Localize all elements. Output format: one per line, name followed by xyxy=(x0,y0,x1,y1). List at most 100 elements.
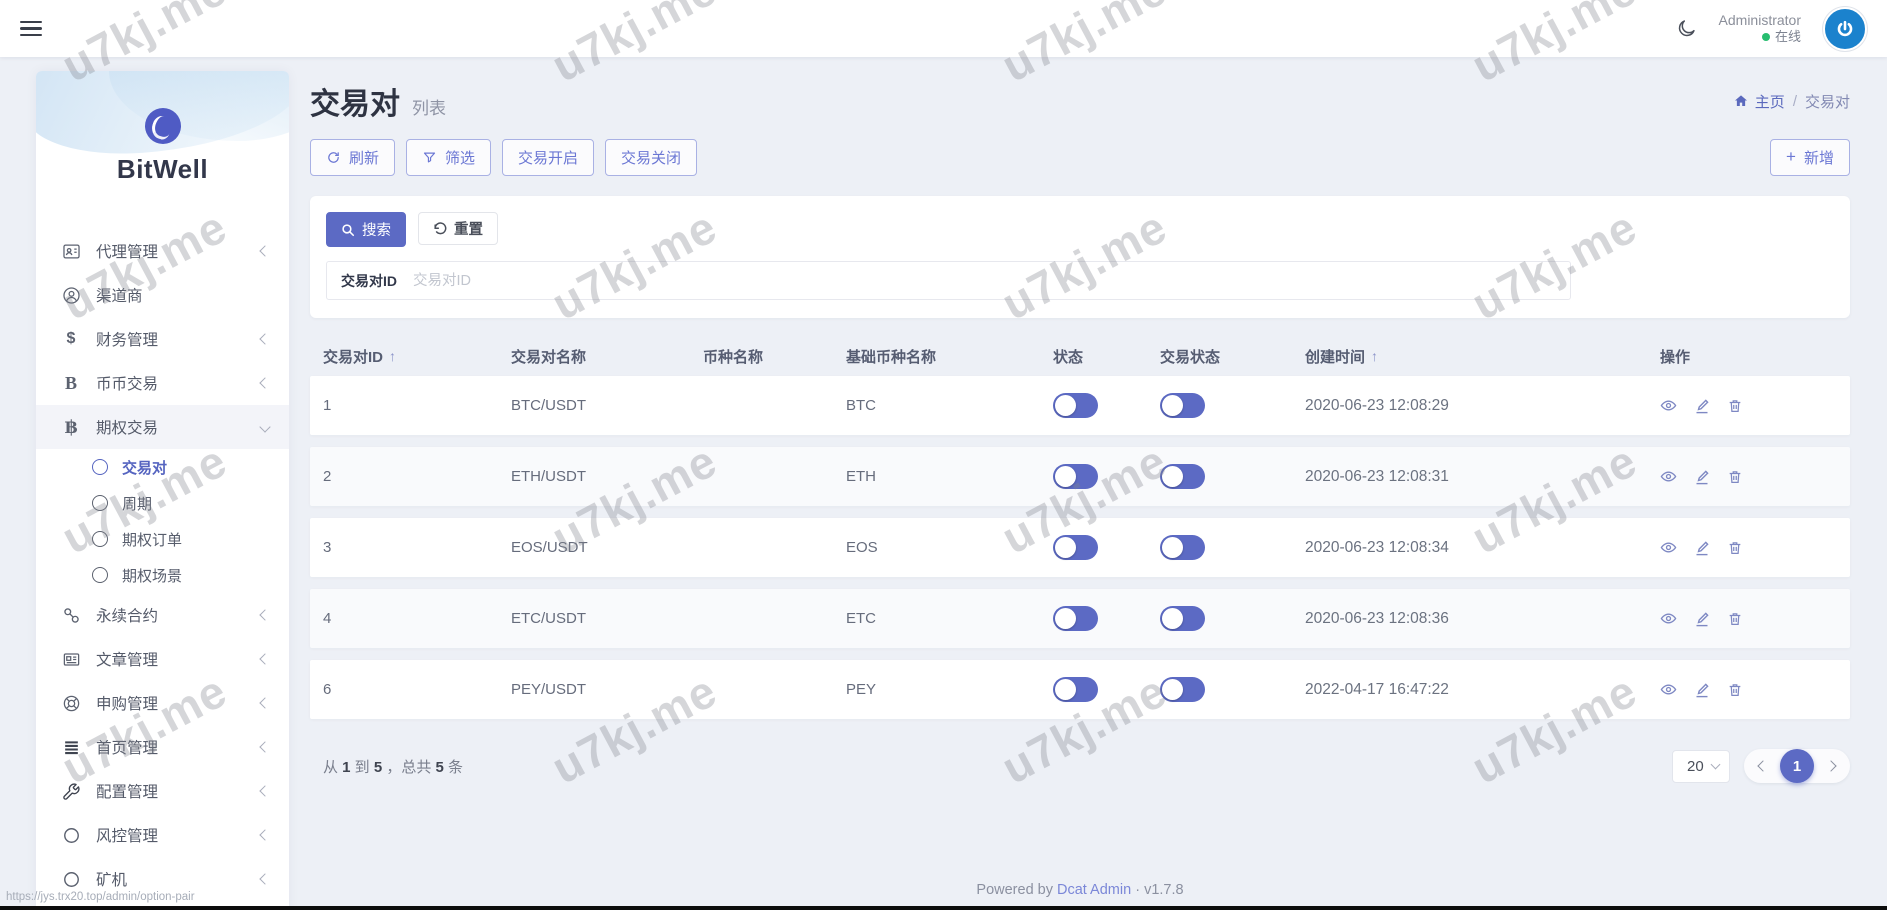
sidebar-subitem-trading-pair[interactable]: 交易对 xyxy=(36,449,289,485)
trade-status-toggle[interactable] xyxy=(1160,393,1205,418)
sidebar-item-label: 代理管理 xyxy=(96,240,158,262)
brand: BitWell xyxy=(36,71,289,221)
status-toggle[interactable] xyxy=(1053,464,1098,489)
trade-open-button[interactable]: 交易开启 xyxy=(502,139,594,176)
edit-pencil-icon[interactable] xyxy=(1694,398,1710,414)
sidebar-item-label: 文章管理 xyxy=(96,648,158,670)
filter-button[interactable]: 筛选 xyxy=(406,139,491,176)
dcat-admin-link[interactable]: Dcat Admin xyxy=(1057,882,1131,898)
view-eye-icon[interactable] xyxy=(1660,539,1677,556)
sidebar-item-channel[interactable]: 渠道商 xyxy=(36,273,289,317)
reset-button[interactable]: 重置 xyxy=(418,212,498,245)
pair-id-input[interactable] xyxy=(411,261,1570,300)
edit-pencil-icon[interactable] xyxy=(1694,611,1710,627)
status-toggle[interactable] xyxy=(1053,535,1098,560)
sidebar-subitem-option-scene[interactable]: 期权场景 xyxy=(36,557,289,593)
sidebar-item-perpetual[interactable]: 永续合约 xyxy=(36,593,289,637)
dark-mode-moon-icon[interactable] xyxy=(1676,18,1697,39)
sidebar-item-agent[interactable]: 代理管理 xyxy=(36,229,289,273)
cell-base-coin: ETC xyxy=(846,610,1053,627)
search-button[interactable]: 搜索 xyxy=(326,212,406,247)
chevron-down-icon xyxy=(259,421,270,432)
version-label: v1.7.8 xyxy=(1144,882,1184,898)
cell-base-coin: ETH xyxy=(846,468,1053,485)
breadcrumb-home[interactable]: 主页 xyxy=(1733,91,1785,112)
header-created-at[interactable]: 创建时间↑ xyxy=(1305,346,1660,367)
sidebar-subitem-option-orders[interactable]: 期权订单 xyxy=(36,521,289,557)
status-toggle[interactable] xyxy=(1053,677,1098,702)
sidebar-item-articles[interactable]: 文章管理 xyxy=(36,637,289,681)
footer: Powered by Dcat Admin · v1.7.8 xyxy=(310,882,1850,898)
trade-close-button[interactable]: 交易关闭 xyxy=(605,139,697,176)
option-trade-submenu: 交易对 周期 期权订单 期权场景 xyxy=(36,449,289,593)
circle-icon xyxy=(92,495,108,511)
breadcrumb: 主页 / 交易对 xyxy=(1733,91,1850,112)
delete-trash-icon[interactable] xyxy=(1727,682,1743,698)
brand-name: BitWell xyxy=(117,154,208,185)
sidebar-item-label: 配置管理 xyxy=(96,780,158,802)
view-eye-icon[interactable] xyxy=(1660,468,1677,485)
sidebar-item-risk[interactable]: 风控管理 xyxy=(36,813,289,857)
power-icon xyxy=(1834,18,1856,40)
header-pair-id[interactable]: 交易对ID↑ xyxy=(323,346,511,367)
sidebar-item-label: 矿机 xyxy=(96,868,127,890)
page-size-select[interactable]: 20 xyxy=(1672,750,1730,783)
sidebar-item-spot-trade[interactable]: B 币币交易 xyxy=(36,361,289,405)
sidebar-item-label: 渠道商 xyxy=(96,284,143,306)
prev-page-button[interactable] xyxy=(1750,749,1776,783)
circle-icon xyxy=(60,826,82,845)
cell-base-coin: PEY xyxy=(846,681,1053,698)
online-status: 在线 xyxy=(1775,29,1801,45)
list-icon xyxy=(60,738,82,757)
online-dot-icon xyxy=(1762,33,1770,41)
address-book-icon xyxy=(60,242,82,261)
sidebar-item-subscription[interactable]: 申购管理 xyxy=(36,681,289,725)
edit-pencil-icon[interactable] xyxy=(1694,682,1710,698)
delete-trash-icon[interactable] xyxy=(1727,398,1743,414)
sidebar-subitem-period[interactable]: 周期 xyxy=(36,485,289,521)
delete-trash-icon[interactable] xyxy=(1727,469,1743,485)
sidebar-item-label: 币币交易 xyxy=(96,372,158,394)
refresh-button[interactable]: 刷新 xyxy=(310,139,395,176)
status-toggle[interactable] xyxy=(1053,393,1098,418)
delete-trash-icon[interactable] xyxy=(1727,540,1743,556)
header-base-coin-name: 基础币种名称 xyxy=(846,346,1053,367)
next-page-button[interactable] xyxy=(1818,749,1844,783)
pair-id-filter-group: 交易对ID xyxy=(326,261,1571,300)
sort-asc-icon: ↑ xyxy=(1371,348,1378,364)
cell-pair-id: 2 xyxy=(323,468,511,485)
trade-status-toggle[interactable] xyxy=(1160,464,1205,489)
delete-trash-icon[interactable] xyxy=(1727,611,1743,627)
circle-icon xyxy=(92,567,108,583)
wrench-icon xyxy=(60,782,82,801)
user-name: Administrator xyxy=(1719,12,1801,30)
view-eye-icon[interactable] xyxy=(1660,397,1677,414)
trade-status-toggle[interactable] xyxy=(1160,535,1205,560)
status-toggle[interactable] xyxy=(1053,606,1098,631)
chevron-left-icon xyxy=(259,873,270,884)
cell-created-at: 2022-04-17 16:47:22 xyxy=(1305,681,1660,699)
status-bar-url: https://jys.trx20.top/admin/option-pair xyxy=(6,891,195,903)
home-icon xyxy=(1733,93,1749,109)
sidebar-item-label: 财务管理 xyxy=(96,328,158,350)
sidebar-item-homepage[interactable]: 首页管理 xyxy=(36,725,289,769)
create-button[interactable]: + 新增 xyxy=(1770,139,1850,176)
menu-toggle-icon[interactable] xyxy=(20,21,42,37)
chevron-left-icon xyxy=(259,829,270,840)
sort-asc-icon: ↑ xyxy=(389,348,396,364)
bottom-bar xyxy=(0,906,1887,910)
sidebar-item-config[interactable]: 配置管理 xyxy=(36,769,289,813)
circle-icon xyxy=(60,870,82,889)
view-eye-icon[interactable] xyxy=(1660,610,1677,627)
page-1-button[interactable]: 1 xyxy=(1780,749,1814,783)
chevron-left-icon xyxy=(259,741,270,752)
sidebar-item-finance[interactable]: $ 财务管理 xyxy=(36,317,289,361)
edit-pencil-icon[interactable] xyxy=(1694,540,1710,556)
bitwell-logo-icon xyxy=(145,108,181,144)
trade-status-toggle[interactable] xyxy=(1160,606,1205,631)
sidebar-item-option-trade[interactable]: ฿ 期权交易 xyxy=(36,405,289,449)
avatar[interactable] xyxy=(1823,7,1867,51)
edit-pencil-icon[interactable] xyxy=(1694,469,1710,485)
view-eye-icon[interactable] xyxy=(1660,681,1677,698)
trade-status-toggle[interactable] xyxy=(1160,677,1205,702)
